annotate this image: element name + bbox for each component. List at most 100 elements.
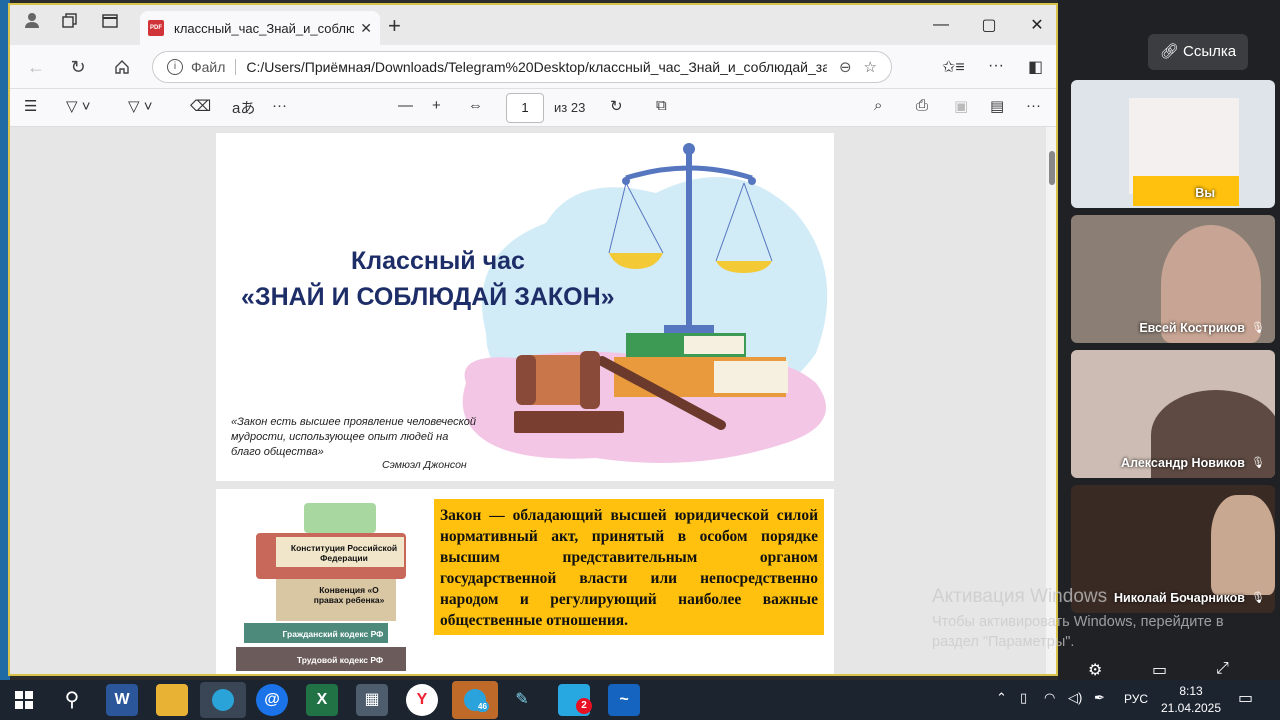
url-field[interactable]: i Файл C:/Users/Приёмная/Downloads/Teleg…	[152, 51, 892, 83]
window-controls: — ▢ ✕	[930, 5, 1048, 45]
profile-icon[interactable]	[16, 5, 48, 45]
more-menu-icon[interactable]: ···	[988, 57, 1004, 75]
pdf-file-icon: PDF	[148, 20, 164, 36]
slide-2: Конституция Российской Федерации Конвенц…	[216, 489, 834, 674]
more-tools-icon[interactable]: ···	[272, 97, 287, 114]
refresh-icon[interactable]: ↻	[64, 53, 92, 81]
participant-tile-3[interactable]: Александр Новиков 🎙︎	[1071, 350, 1275, 478]
print-icon[interactable]: ⎙	[916, 97, 928, 114]
slide-title-line1: Классный час	[351, 247, 525, 275]
pen-app-icon[interactable]: ✎	[506, 684, 538, 716]
telegram-icon[interactable]: 46	[452, 681, 498, 719]
tab-pdf[interactable]: PDF классный_час_Знай_и_соблюдай_з ✕	[140, 11, 380, 45]
tray-chevron-icon[interactable]: ⌃	[996, 690, 1007, 706]
tab-actions-icon[interactable]	[94, 5, 126, 45]
participant-name: Вы	[1195, 186, 1215, 200]
home-icon[interactable]	[108, 53, 136, 81]
wifi-icon[interactable]: ◠	[1044, 690, 1055, 706]
input-language[interactable]: РУС	[1124, 692, 1148, 706]
pdf-toolbar: ☰ ▽ ˅ ▽ ˅ ⌫ aあ ··· — + ⇔ 1 из 23 ↻ ⧉ ⌕ ⎙…	[10, 89, 1056, 127]
maximize-icon[interactable]: ▢	[978, 15, 1000, 35]
book-label-labor-code: Трудовой кодекс РФ	[296, 655, 384, 665]
pdf-more-icon[interactable]: ···	[1026, 97, 1041, 114]
participant-name: Александр Новиков	[1121, 456, 1245, 470]
share-link-label: Ссылка	[1183, 43, 1237, 60]
tab-close-icon[interactable]: ✕	[360, 20, 372, 37]
law-books-illustration	[236, 503, 406, 671]
zoom-in-icon[interactable]: +	[432, 97, 441, 114]
start-icon[interactable]	[8, 684, 40, 716]
tab-bar: PDF классный_час_Знай_и_соблюдай_з ✕ + —…	[10, 5, 1056, 45]
book-label-civil-code: Гражданский кодекс РФ	[282, 629, 384, 639]
share-link-button[interactable]: 🔗︎ Ссылка	[1148, 34, 1248, 70]
search-icon[interactable]: ⌕	[874, 97, 882, 114]
zoom-icon[interactable]: ⊖	[839, 58, 852, 76]
participant-tile-2[interactable]: Евсей Костриков 🎙︎	[1071, 215, 1275, 343]
address-bar: ← ↻ i Файл C:/Users/Приёмная/Downloads/T…	[10, 45, 1056, 89]
slide-1: Классный час «ЗНАЙ И СОБЛЮДАЙ ЗАКОН» «За…	[216, 133, 834, 481]
contents-icon[interactable]: ☰	[24, 97, 37, 115]
mail-icon[interactable]: @	[256, 684, 288, 716]
chat-app-icon[interactable]: 2	[558, 684, 592, 716]
draw-icon[interactable]: ▽ ˅	[128, 97, 152, 115]
notifications-icon[interactable]: ▭	[1238, 688, 1253, 708]
telegram-badge: 46	[476, 701, 489, 712]
page-view-icon[interactable]: ⧉	[656, 97, 667, 114]
excel-icon[interactable]: X	[306, 684, 338, 716]
clock-date: 21.04.2025	[1160, 701, 1222, 715]
activation-text: Чтобы активировать Windows, перейдите в …	[932, 614, 1224, 650]
favorite-star-icon[interactable]: ☆	[864, 58, 877, 76]
scroll-thumb[interactable]	[1049, 151, 1055, 185]
mic-off-icon: 🎙︎	[1251, 457, 1265, 469]
read-aloud-icon[interactable]: aあ	[232, 97, 255, 118]
mic-off-icon: 🎙︎	[1251, 322, 1265, 334]
participant-name: Евсей Костриков	[1139, 321, 1245, 335]
edge-icon[interactable]	[200, 682, 246, 718]
sidebar-icon[interactable]: ◧	[1028, 57, 1043, 77]
thumbnail-slide-box	[1133, 176, 1239, 206]
clock-time: 8:13	[1179, 684, 1203, 698]
whiteboard-icon[interactable]: ~	[608, 684, 640, 716]
book-label-constitution: Конституция Российской Федерации	[290, 543, 398, 563]
law-definition: Закон — обладающий высшей юридической си…	[434, 499, 824, 635]
save-as-icon[interactable]: ▤	[990, 97, 1004, 115]
link-icon: 🔗︎	[1159, 43, 1179, 60]
participant-name: Николай Бочарников	[1114, 591, 1245, 605]
mic-off-icon: 🎙︎	[1251, 592, 1265, 604]
participant-tile-self[interactable]: Вы	[1071, 80, 1275, 208]
minimize-icon[interactable]: —	[930, 16, 952, 34]
page-number-input[interactable]: 1	[506, 93, 544, 123]
eraser-icon[interactable]: ⌫	[190, 97, 211, 115]
tab-title: классный_час_Знай_и_соблюдай_з	[174, 20, 354, 36]
fit-width-icon[interactable]: ⇔	[468, 97, 483, 114]
word-icon[interactable]: W	[106, 684, 138, 716]
back-icon[interactable]: ←	[22, 53, 50, 81]
zoom-out-icon[interactable]: —	[398, 97, 413, 114]
search-icon[interactable]: ⚲	[56, 684, 88, 716]
screen-share-icon[interactable]: ▭	[1152, 660, 1167, 680]
file-explorer-icon[interactable]	[156, 684, 188, 716]
quote-author: Сэмюэл Джонсон	[382, 459, 467, 471]
settings-icon[interactable]: ⚙	[1088, 660, 1102, 680]
taskbar	[0, 680, 1280, 720]
pdf-viewer[interactable]: Классный час «ЗНАЙ И СОБЛЮДАЙ ЗАКОН» «За…	[10, 127, 1046, 674]
fullscreen-icon[interactable]: ⤢	[1216, 660, 1229, 678]
info-icon[interactable]: i	[167, 59, 183, 75]
save-icon[interactable]: ▣	[954, 97, 968, 115]
browser-window: PDF классный_час_Знай_и_соблюдай_з ✕ + —…	[8, 3, 1058, 676]
pen-tray-icon[interactable]: ✒	[1094, 690, 1105, 706]
collections-icon[interactable]	[54, 5, 86, 45]
clock[interactable]: 8:13 21.04.2025	[1160, 683, 1222, 717]
page-total: из 23	[554, 100, 586, 115]
yandex-icon[interactable]: Y	[406, 684, 438, 716]
meeting-controls: ⚙ ▭ ⤢	[1058, 660, 1280, 680]
participant-video	[1211, 495, 1275, 595]
usb-icon[interactable]: ▯	[1020, 690, 1027, 706]
highlight-icon[interactable]: ▽ ˅	[66, 97, 90, 115]
calculator-icon[interactable]: ▦	[356, 684, 388, 716]
volume-icon[interactable]: ◁)	[1068, 690, 1082, 706]
new-tab-button[interactable]: +	[388, 13, 401, 39]
rotate-icon[interactable]: ↻	[610, 97, 623, 115]
favorites-icon[interactable]: ✩≡	[942, 57, 965, 77]
close-window-icon[interactable]: ✕	[1026, 15, 1048, 35]
